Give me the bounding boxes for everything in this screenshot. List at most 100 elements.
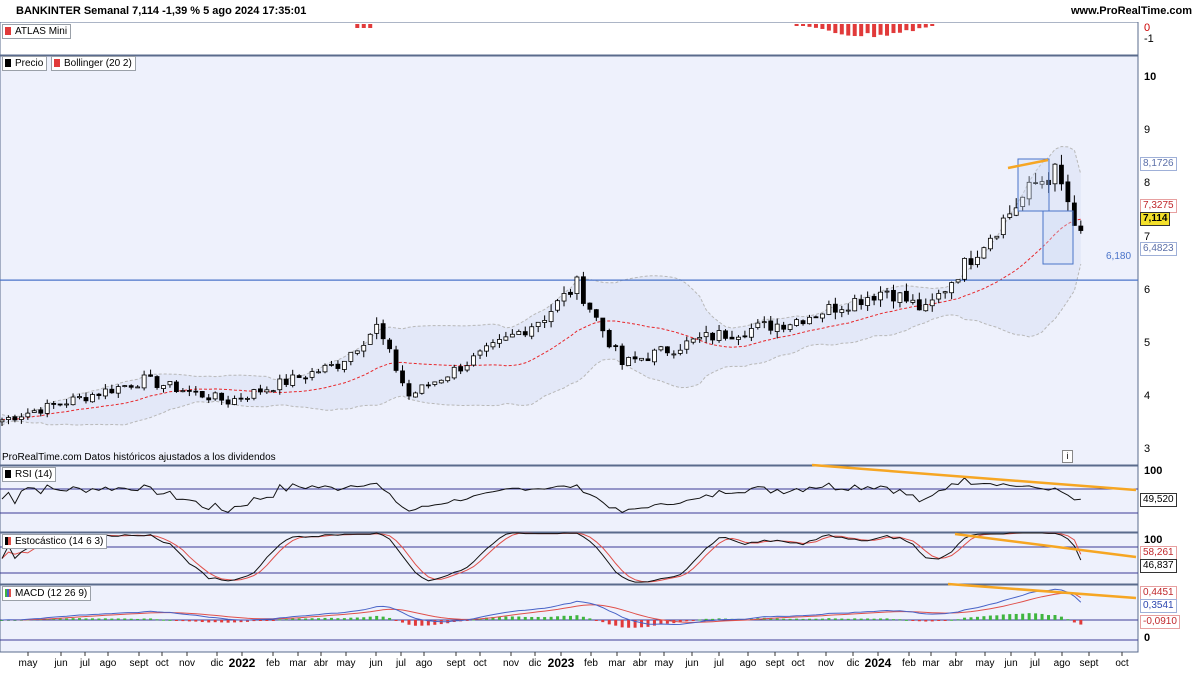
bollinger-label: Bollinger (20 2) [64, 58, 132, 69]
stoch-legend[interactable]: Estocástico (14 6 3) [2, 534, 108, 549]
atlas-bar [891, 24, 896, 34]
macd-hist-bar [917, 620, 921, 622]
candle-body [219, 392, 225, 401]
candle-body [141, 374, 147, 389]
candle-body [57, 403, 63, 406]
atlas-legend[interactable]: ATLAS Mini [2, 24, 72, 39]
bollinger-upper-tag: 8,1726 [1140, 157, 1177, 171]
candle-body [148, 374, 153, 377]
candle-body [374, 323, 380, 334]
x-tick-label: dic [210, 658, 224, 669]
candle-body [77, 396, 82, 399]
brand-link[interactable]: www.ProRealTime.com [1071, 5, 1192, 17]
macd-hist-bar [368, 616, 372, 620]
macd-hist-bar [588, 618, 592, 620]
candle-body [949, 282, 955, 294]
candle-body [807, 316, 812, 325]
macd-hist-bar [355, 617, 359, 620]
macd-hist-bar [711, 618, 715, 620]
price-legend[interactable]: Precio [2, 56, 48, 71]
price-tick-label: 8 [1144, 177, 1151, 190]
macd-hist-bar [775, 618, 779, 620]
macd-hist-bar [1072, 620, 1076, 623]
atlas-bar [820, 24, 825, 29]
stoch-d-tag: 58,261 [1140, 546, 1177, 560]
macd-legend[interactable]: MACD (12 26 9) [2, 586, 92, 601]
candle-body [264, 389, 270, 393]
atlas-label: ATLAS Mini [15, 26, 68, 37]
candle-body [257, 388, 263, 393]
macd-hist-bar [788, 618, 792, 620]
macd-hist-bar [898, 619, 902, 621]
candle-body [206, 397, 212, 401]
chart-title: BANKINTER Semanal 7,114 -1,39 % 5 ago 20… [16, 5, 307, 17]
candle-body [31, 410, 37, 413]
macd-hist-bar [891, 619, 895, 621]
x-tick-label: may [336, 658, 356, 669]
header-bar: BANKINTER Semanal 7,114 -1,39 % 5 ago 20… [0, 0, 1200, 22]
selection-box [1017, 158, 1050, 212]
macd-hist-bar [375, 615, 379, 620]
x-tick-label: jun [685, 658, 699, 669]
macd-hist-bar [510, 616, 514, 620]
candle-body [109, 388, 115, 394]
macd-hist-bar [1053, 615, 1057, 620]
candle-body [787, 324, 793, 330]
macd-hist-bar [620, 620, 624, 628]
candle-body [942, 291, 948, 294]
macd-hist-bar [543, 617, 547, 620]
candle-body [878, 291, 883, 301]
price-swatch-icon [5, 59, 11, 67]
price-tick-label: 9 [1144, 124, 1151, 137]
chart-canvas [0, 21, 1139, 656]
candle-body [703, 332, 709, 338]
atlas-bar [910, 24, 915, 32]
candle-body [1000, 217, 1006, 236]
x-tick-label: ago [739, 658, 757, 669]
atlas-bar [904, 24, 909, 31]
macd-hist-bar [297, 618, 301, 620]
price-tick-label: 3 [1144, 443, 1151, 456]
macd-hist-bar [568, 615, 572, 620]
macd-hist-bar [168, 619, 172, 621]
macd-hist-bar [323, 617, 327, 620]
candle-body [12, 416, 18, 421]
candle-body [774, 323, 780, 332]
candle-body [755, 322, 761, 328]
macd-hist-bar [181, 620, 185, 622]
stoch-swatch-icon [5, 537, 11, 545]
macd-hist-bar [103, 618, 107, 620]
atlas-bar [930, 24, 935, 26]
price-tick-label: 4 [1144, 389, 1151, 402]
macd-hist-bar [200, 620, 204, 623]
macd-hist-bar [310, 618, 314, 620]
bollinger-legend[interactable]: Bollinger (20 2) [51, 56, 136, 71]
candle-body [329, 364, 334, 366]
x-tick-label: mar [922, 658, 940, 669]
info-icon[interactable]: i [1062, 450, 1073, 463]
stoch-panel [0, 532, 1139, 585]
candle-body [968, 258, 974, 265]
macd-hist-bar [549, 616, 553, 620]
x-tick-label: jun [54, 658, 68, 669]
candle-body [44, 402, 50, 414]
macd-hist-bar [258, 620, 262, 621]
macd-hist-bar [284, 619, 288, 621]
candle-body [361, 344, 367, 352]
x-tick-label: 2023 [547, 656, 575, 670]
macd-hist-bar [207, 620, 211, 623]
macd-line-tag: 0,3541 [1140, 599, 1177, 613]
macd-hist-bar [1001, 614, 1005, 620]
rsi-legend[interactable]: RSI (14) [2, 467, 57, 482]
candle-body [425, 384, 431, 387]
price-tick-label: 7 [1144, 230, 1151, 243]
candle-body [445, 376, 451, 382]
atlas-tick-neg1: -1 [1144, 33, 1154, 45]
candle-body [432, 381, 438, 385]
candle-body [671, 353, 677, 356]
candle-body [929, 299, 935, 307]
macd-hist-bar [691, 620, 695, 621]
candle-body [516, 331, 522, 335]
candle-body [593, 309, 599, 318]
candle-body [316, 371, 321, 374]
